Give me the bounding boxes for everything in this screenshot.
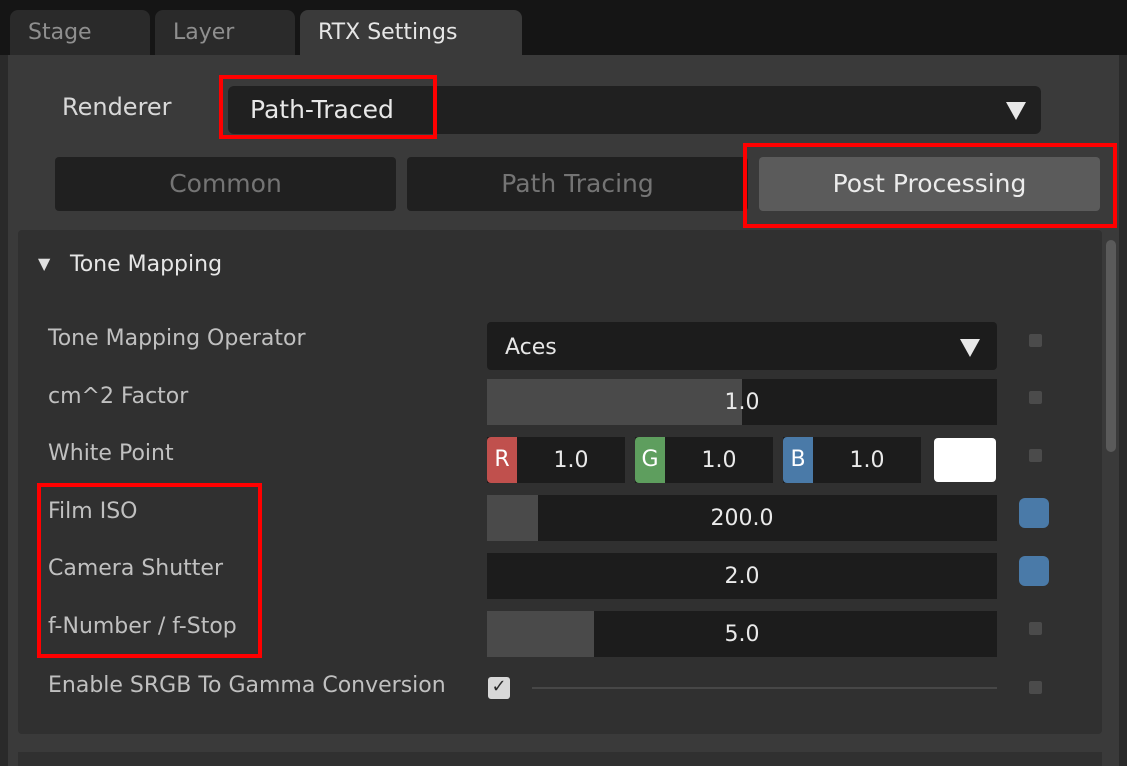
b-channel-label: B	[783, 437, 813, 483]
cm2-factor-slider[interactable]: 1.0	[487, 379, 997, 425]
modified-indicator-icon[interactable]	[1019, 498, 1049, 528]
white-point-g-value: 1.0	[701, 448, 737, 473]
default-indicator-icon[interactable]	[1029, 622, 1042, 635]
divider	[532, 687, 997, 689]
white-point-label: White Point	[48, 441, 174, 466]
default-indicator-icon[interactable]	[1029, 681, 1042, 694]
tab-layer[interactable]: Layer	[155, 10, 295, 55]
white-point-r-value: 1.0	[553, 448, 589, 473]
srgb-label: Enable SRGB To Gamma Conversion	[48, 673, 446, 698]
highlight-renderer	[219, 75, 437, 139]
scrollbar-thumb[interactable]	[1106, 240, 1116, 452]
film-iso-value: 200.0	[710, 506, 774, 531]
g-channel-label: G	[635, 437, 665, 483]
path-tracing-button[interactable]: Path Tracing	[407, 157, 748, 211]
film-iso-slider[interactable]: 200.0	[487, 495, 997, 541]
default-indicator-icon[interactable]	[1029, 449, 1042, 462]
highlight-camera-settings	[37, 483, 262, 658]
cm2-factor-label: cm^2 Factor	[48, 384, 189, 409]
chevron-down-icon[interactable]	[1006, 102, 1026, 120]
section-title[interactable]: Tone Mapping	[70, 250, 222, 280]
modified-indicator-icon[interactable]	[1019, 556, 1049, 586]
white-point-color-swatch[interactable]	[934, 438, 996, 482]
common-button[interactable]: Common	[55, 157, 396, 211]
tone-mapping-operator-dropdown[interactable]: Aces	[487, 322, 997, 370]
default-indicator-icon[interactable]	[1029, 391, 1042, 404]
chevron-down-icon[interactable]	[960, 339, 980, 357]
f-number-value: 5.0	[724, 622, 760, 647]
r-channel-label: R	[487, 437, 517, 483]
highlight-post-processing	[743, 143, 1117, 228]
white-point-b-value: 1.0	[849, 448, 885, 473]
srgb-checkbox[interactable]: ✓	[488, 676, 510, 699]
f-number-slider[interactable]: 5.0	[487, 611, 997, 657]
tab-label: RTX Settings	[318, 20, 458, 45]
camera-shutter-slider[interactable]: 2.0	[487, 553, 997, 599]
tab-rtx-settings[interactable]: RTX Settings	[300, 10, 522, 55]
default-indicator-icon[interactable]	[1029, 334, 1042, 347]
renderer-label: Renderer	[62, 93, 172, 121]
white-point-r-field[interactable]: R 1.0	[487, 437, 625, 483]
tab-stage[interactable]: Stage	[10, 10, 150, 55]
tone-mapping-operator-label: Tone Mapping Operator	[48, 326, 306, 351]
white-point-b-field[interactable]: B 1.0	[783, 437, 921, 483]
camera-shutter-value: 2.0	[724, 564, 760, 589]
cm2-factor-value: 1.0	[724, 390, 760, 415]
checkmark-icon: ✓	[491, 676, 507, 697]
tone-mapping-operator-value: Aces	[505, 335, 557, 360]
white-point-g-field[interactable]: G 1.0	[635, 437, 773, 483]
next-section-header	[18, 752, 1102, 766]
tab-label: Stage	[28, 20, 92, 45]
tab-label: Layer	[173, 20, 235, 45]
collapse-triangle-icon[interactable]: ▼	[38, 254, 50, 273]
